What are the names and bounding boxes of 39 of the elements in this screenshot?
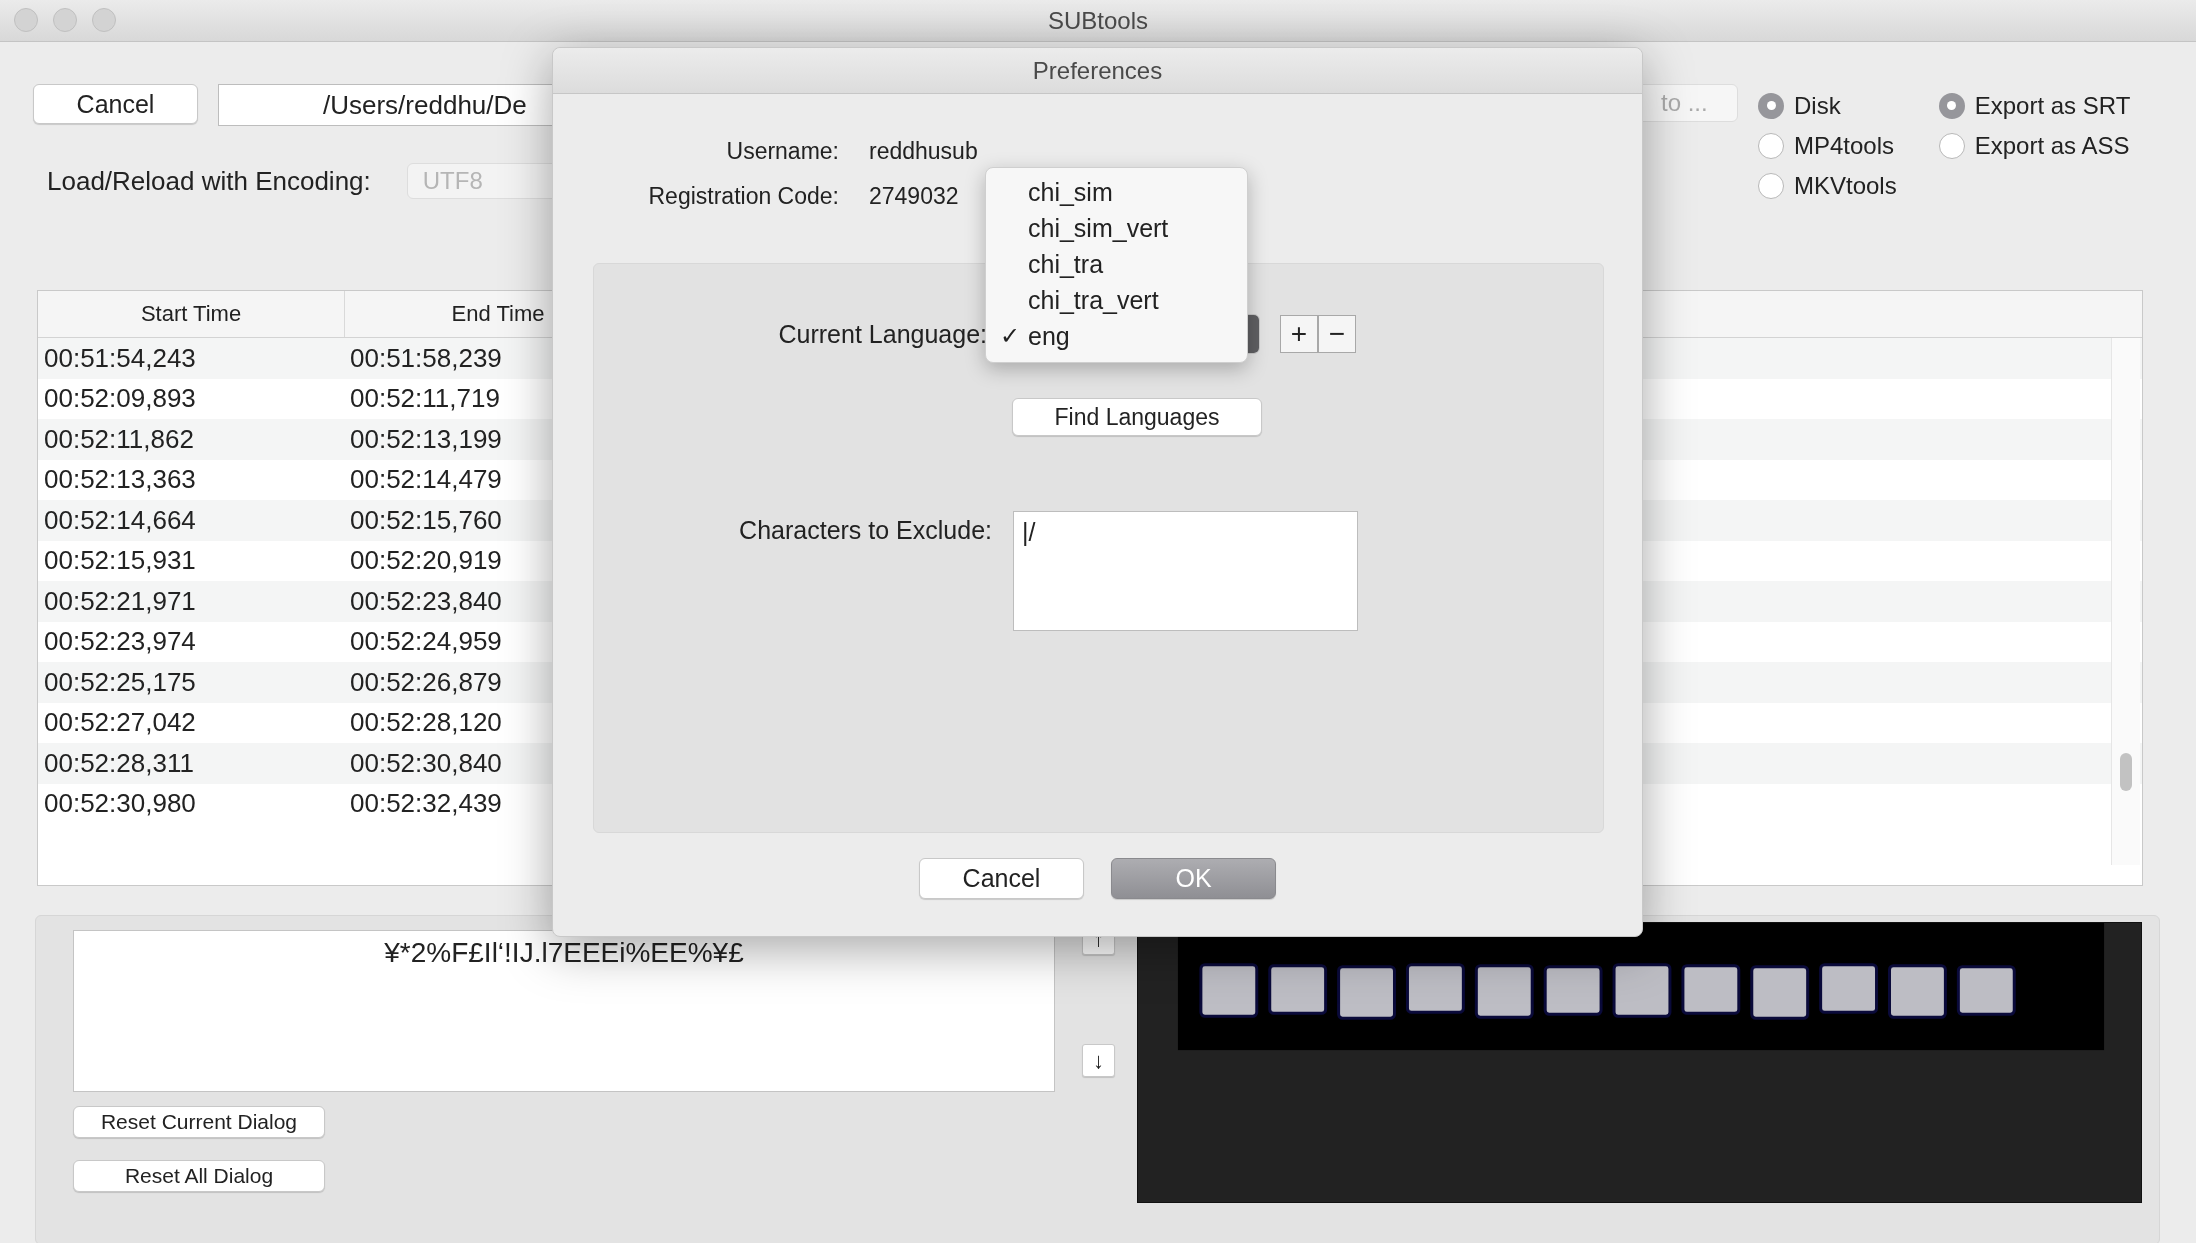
table-cell-text: 00:52:25,175 bbox=[43, 666, 197, 698]
table-cell-text: 00:52:14,664 bbox=[43, 504, 197, 536]
radio-label: MP4tools bbox=[1794, 131, 1895, 160]
table-cell-text: 00:52:14,479 bbox=[349, 464, 503, 496]
window-title: SUBtools bbox=[1047, 6, 1148, 35]
radio-label: Export as ASS bbox=[1974, 131, 2130, 160]
table-cell-text: 00:51:54,243 bbox=[43, 342, 197, 374]
table-cell-text: 00:52:13,363 bbox=[43, 464, 197, 496]
field-label: Registration Code: bbox=[647, 183, 839, 210]
table-cell-text: 00:52:11,719 bbox=[349, 383, 501, 415]
table-cell-text: 00:51:58,239 bbox=[349, 342, 503, 374]
field-label: Username: bbox=[725, 138, 839, 165]
table-cell-text: 00:52:26,879 bbox=[349, 666, 503, 698]
encoding-label: Load/Reload with Encoding: bbox=[47, 165, 371, 197]
radio-label: MKVtools bbox=[1794, 171, 1897, 200]
table-cell-text: 00:52:09,893 bbox=[43, 383, 197, 415]
field-value: 2749032 bbox=[869, 183, 959, 210]
radio-label: Export as SRT bbox=[1974, 91, 2131, 120]
table-cell-text: 00:52:15,931 bbox=[43, 545, 197, 577]
table-cell-text: 00:52:28,311 bbox=[43, 747, 195, 779]
table-cell-text: 00:52:21,971 bbox=[43, 585, 197, 617]
radio-label: Disk bbox=[1794, 91, 1841, 120]
table-cell-text: 00:52:15,760 bbox=[349, 504, 503, 536]
table-cell-text: 00:52:32,439 bbox=[349, 788, 503, 820]
table-cell-text: 00:52:20,919 bbox=[349, 545, 503, 577]
table-cell-text: 00:52:28,120 bbox=[349, 707, 503, 739]
table-cell-text: 00:52:23,840 bbox=[349, 585, 503, 617]
table-cell-text: 00:52:27,042 bbox=[43, 707, 197, 739]
exclude-label: Characters to Exclude: bbox=[738, 516, 992, 546]
language-label: Current Language: bbox=[777, 319, 987, 349]
table-cell-text: 00:52:13,199 bbox=[349, 423, 503, 455]
table-cell-text: 00:52:11,862 bbox=[43, 423, 195, 455]
table-cell-text: 00:52:30,840 bbox=[349, 747, 503, 779]
table-cell-text: 00:52:24,959 bbox=[349, 626, 503, 658]
check-icon: ✓ bbox=[1000, 322, 1020, 349]
dialog-title: Preferences bbox=[553, 48, 1642, 94]
table-cell-text: 00:52:30,980 bbox=[43, 788, 197, 820]
table-cell-text: 00:52:23,974 bbox=[43, 626, 197, 658]
field-value: reddhusub bbox=[869, 138, 978, 165]
